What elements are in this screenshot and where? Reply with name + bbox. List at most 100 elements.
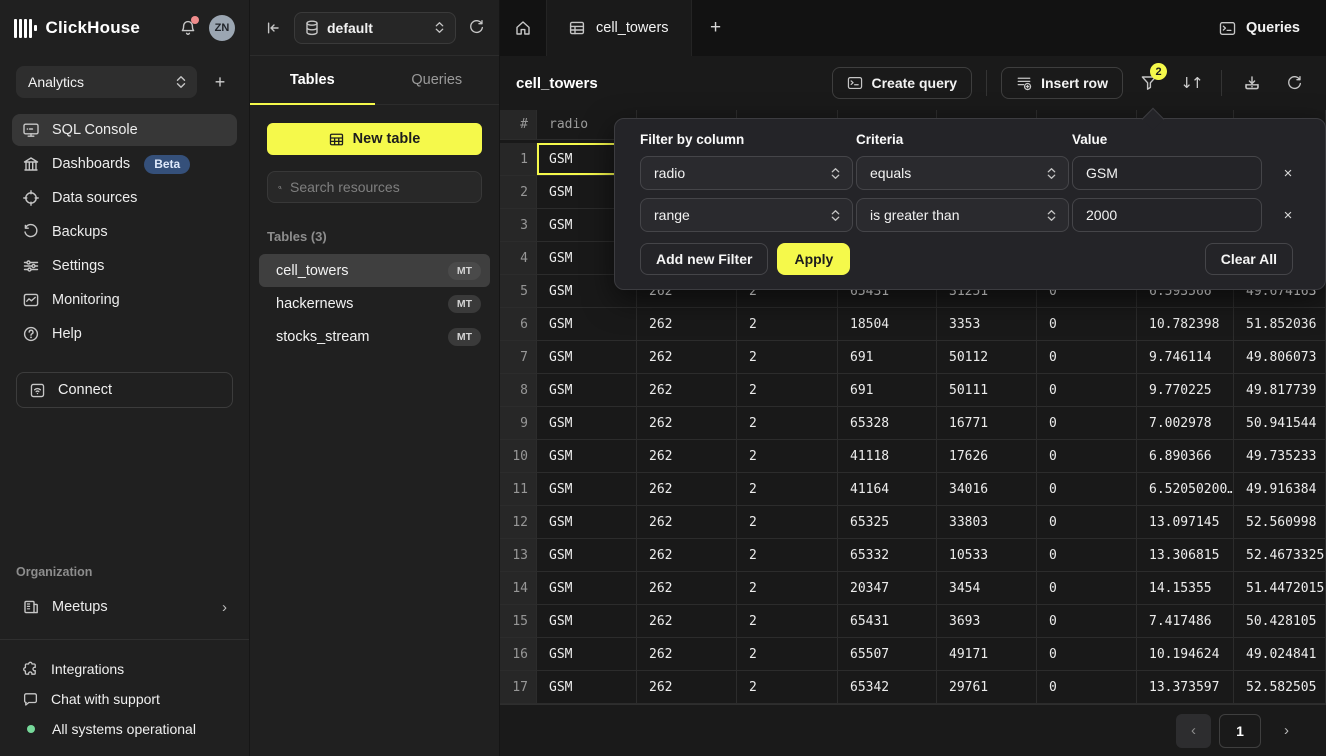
- filter2-remove-button[interactable]: ×: [1276, 203, 1300, 227]
- data-cell[interactable]: 29761: [937, 671, 1037, 704]
- sidebar-item-chat-support[interactable]: Chat with support: [0, 684, 249, 714]
- filter1-criteria-select[interactable]: equals: [856, 156, 1069, 190]
- data-cell[interactable]: 262: [637, 605, 737, 638]
- data-cell[interactable]: 6.890366: [1137, 440, 1234, 473]
- data-cell[interactable]: 50.428105: [1234, 605, 1326, 638]
- data-cell[interactable]: 2: [737, 341, 838, 374]
- data-cell[interactable]: 0: [1037, 605, 1137, 638]
- data-cell[interactable]: 0: [1037, 341, 1137, 374]
- data-cell[interactable]: 41118: [838, 440, 937, 473]
- data-cell[interactable]: 14.15355: [1137, 572, 1234, 605]
- data-cell[interactable]: 13.306815: [1137, 539, 1234, 572]
- workspace-selector[interactable]: Analytics: [16, 66, 197, 98]
- data-cell[interactable]: 2: [737, 572, 838, 605]
- data-cell[interactable]: GSM: [537, 308, 637, 341]
- data-cell[interactable]: 262: [637, 506, 737, 539]
- data-cell[interactable]: 51.852036: [1234, 308, 1326, 341]
- data-cell[interactable]: 10.782398: [1137, 308, 1234, 341]
- data-cell[interactable]: GSM: [537, 341, 637, 374]
- data-cell[interactable]: 52.4673325: [1234, 539, 1326, 572]
- data-cell[interactable]: 262: [637, 473, 737, 506]
- insert-row-button[interactable]: Insert row: [1001, 67, 1123, 99]
- data-cell[interactable]: 262: [637, 539, 737, 572]
- filter1-column-select[interactable]: radio: [640, 156, 853, 190]
- data-cell[interactable]: 262: [637, 671, 737, 704]
- data-cell[interactable]: GSM: [537, 440, 637, 473]
- data-cell[interactable]: GSM: [537, 572, 637, 605]
- data-cell[interactable]: 2: [737, 605, 838, 638]
- data-cell[interactable]: 41164: [838, 473, 937, 506]
- data-cell[interactable]: 49.024841: [1234, 638, 1326, 671]
- data-cell[interactable]: 2: [737, 407, 838, 440]
- sidebar-item-settings[interactable]: Settings: [12, 250, 237, 282]
- data-cell[interactable]: 0: [1037, 671, 1137, 704]
- data-cell[interactable]: 51.4472015: [1234, 572, 1326, 605]
- sort-button[interactable]: ↓↑: [1175, 67, 1207, 99]
- next-page-button[interactable]: ›: [1269, 714, 1304, 748]
- data-cell[interactable]: 2: [737, 440, 838, 473]
- data-cell[interactable]: GSM: [537, 473, 637, 506]
- collapse-panel-icon[interactable]: [264, 19, 282, 37]
- data-cell[interactable]: 0: [1037, 407, 1137, 440]
- connect-button[interactable]: Connect: [16, 372, 233, 408]
- database-selector[interactable]: default: [294, 12, 456, 44]
- data-cell[interactable]: 2: [737, 374, 838, 407]
- data-cell[interactable]: 3454: [937, 572, 1037, 605]
- download-button[interactable]: [1236, 67, 1268, 99]
- table-list-item-cell-towers[interactable]: cell_towers MT: [259, 254, 490, 287]
- data-cell[interactable]: 691: [838, 374, 937, 407]
- data-cell[interactable]: GSM: [537, 506, 637, 539]
- prev-page-button[interactable]: ‹: [1176, 714, 1211, 748]
- sidebar-item-monitoring[interactable]: Monitoring: [12, 284, 237, 316]
- data-cell[interactable]: 2: [737, 539, 838, 572]
- avatar[interactable]: ZN: [209, 15, 235, 41]
- data-cell[interactable]: 9.746114: [1137, 341, 1234, 374]
- data-cell[interactable]: 10533: [937, 539, 1037, 572]
- data-cell[interactable]: 65328: [838, 407, 937, 440]
- data-cell[interactable]: 0: [1037, 506, 1137, 539]
- data-cell[interactable]: 52.582505: [1234, 671, 1326, 704]
- apply-filter-button[interactable]: Apply: [777, 243, 850, 275]
- filter1-remove-button[interactable]: ×: [1276, 161, 1300, 185]
- data-cell[interactable]: 3353: [937, 308, 1037, 341]
- filter2-column-select[interactable]: range: [640, 198, 853, 232]
- data-cell[interactable]: 2: [737, 506, 838, 539]
- home-tab-button[interactable]: [500, 0, 547, 56]
- data-cell[interactable]: 49.735233: [1234, 440, 1326, 473]
- data-cell[interactable]: 20347: [838, 572, 937, 605]
- tab-cell-towers[interactable]: cell_towers: [547, 0, 692, 56]
- data-cell[interactable]: GSM: [537, 539, 637, 572]
- data-cell[interactable]: 0: [1037, 572, 1137, 605]
- data-cell[interactable]: 9.770225: [1137, 374, 1234, 407]
- new-table-button[interactable]: New table: [267, 123, 482, 155]
- add-workspace-button[interactable]: +: [207, 69, 233, 95]
- data-cell[interactable]: 10.194624: [1137, 638, 1234, 671]
- data-cell[interactable]: 49.806073: [1234, 341, 1326, 374]
- data-cell[interactable]: 691: [838, 341, 937, 374]
- data-cell[interactable]: 65507: [838, 638, 937, 671]
- tab-tables[interactable]: Tables: [250, 56, 375, 104]
- notifications-button[interactable]: [176, 16, 200, 40]
- data-cell[interactable]: 262: [637, 407, 737, 440]
- data-cell[interactable]: 34016: [937, 473, 1037, 506]
- data-cell[interactable]: 65332: [838, 539, 937, 572]
- sidebar-item-sql-console[interactable]: SQL Console: [12, 114, 237, 146]
- sidebar-item-help[interactable]: Help: [12, 318, 237, 350]
- data-cell[interactable]: 6.52050200…: [1137, 473, 1234, 506]
- data-cell[interactable]: 65325: [838, 506, 937, 539]
- add-new-filter-button[interactable]: Add new Filter: [640, 243, 768, 275]
- data-cell[interactable]: 50112: [937, 341, 1037, 374]
- sidebar-item-backups[interactable]: Backups: [12, 216, 237, 248]
- data-cell[interactable]: 262: [637, 374, 737, 407]
- filter2-value-input[interactable]: [1072, 198, 1262, 232]
- data-cell[interactable]: 0: [1037, 374, 1137, 407]
- refresh-button[interactable]: [1278, 67, 1310, 99]
- data-cell[interactable]: 7.002978: [1137, 407, 1234, 440]
- current-page-indicator[interactable]: 1: [1219, 714, 1261, 748]
- data-cell[interactable]: 262: [637, 308, 737, 341]
- sidebar-item-data-sources[interactable]: Data sources: [12, 182, 237, 214]
- data-cell[interactable]: 262: [637, 341, 737, 374]
- table-list-item-hackernews[interactable]: hackernews MT: [259, 287, 490, 320]
- data-cell[interactable]: 49.916384: [1234, 473, 1326, 506]
- filter-button[interactable]: 2: [1133, 67, 1165, 99]
